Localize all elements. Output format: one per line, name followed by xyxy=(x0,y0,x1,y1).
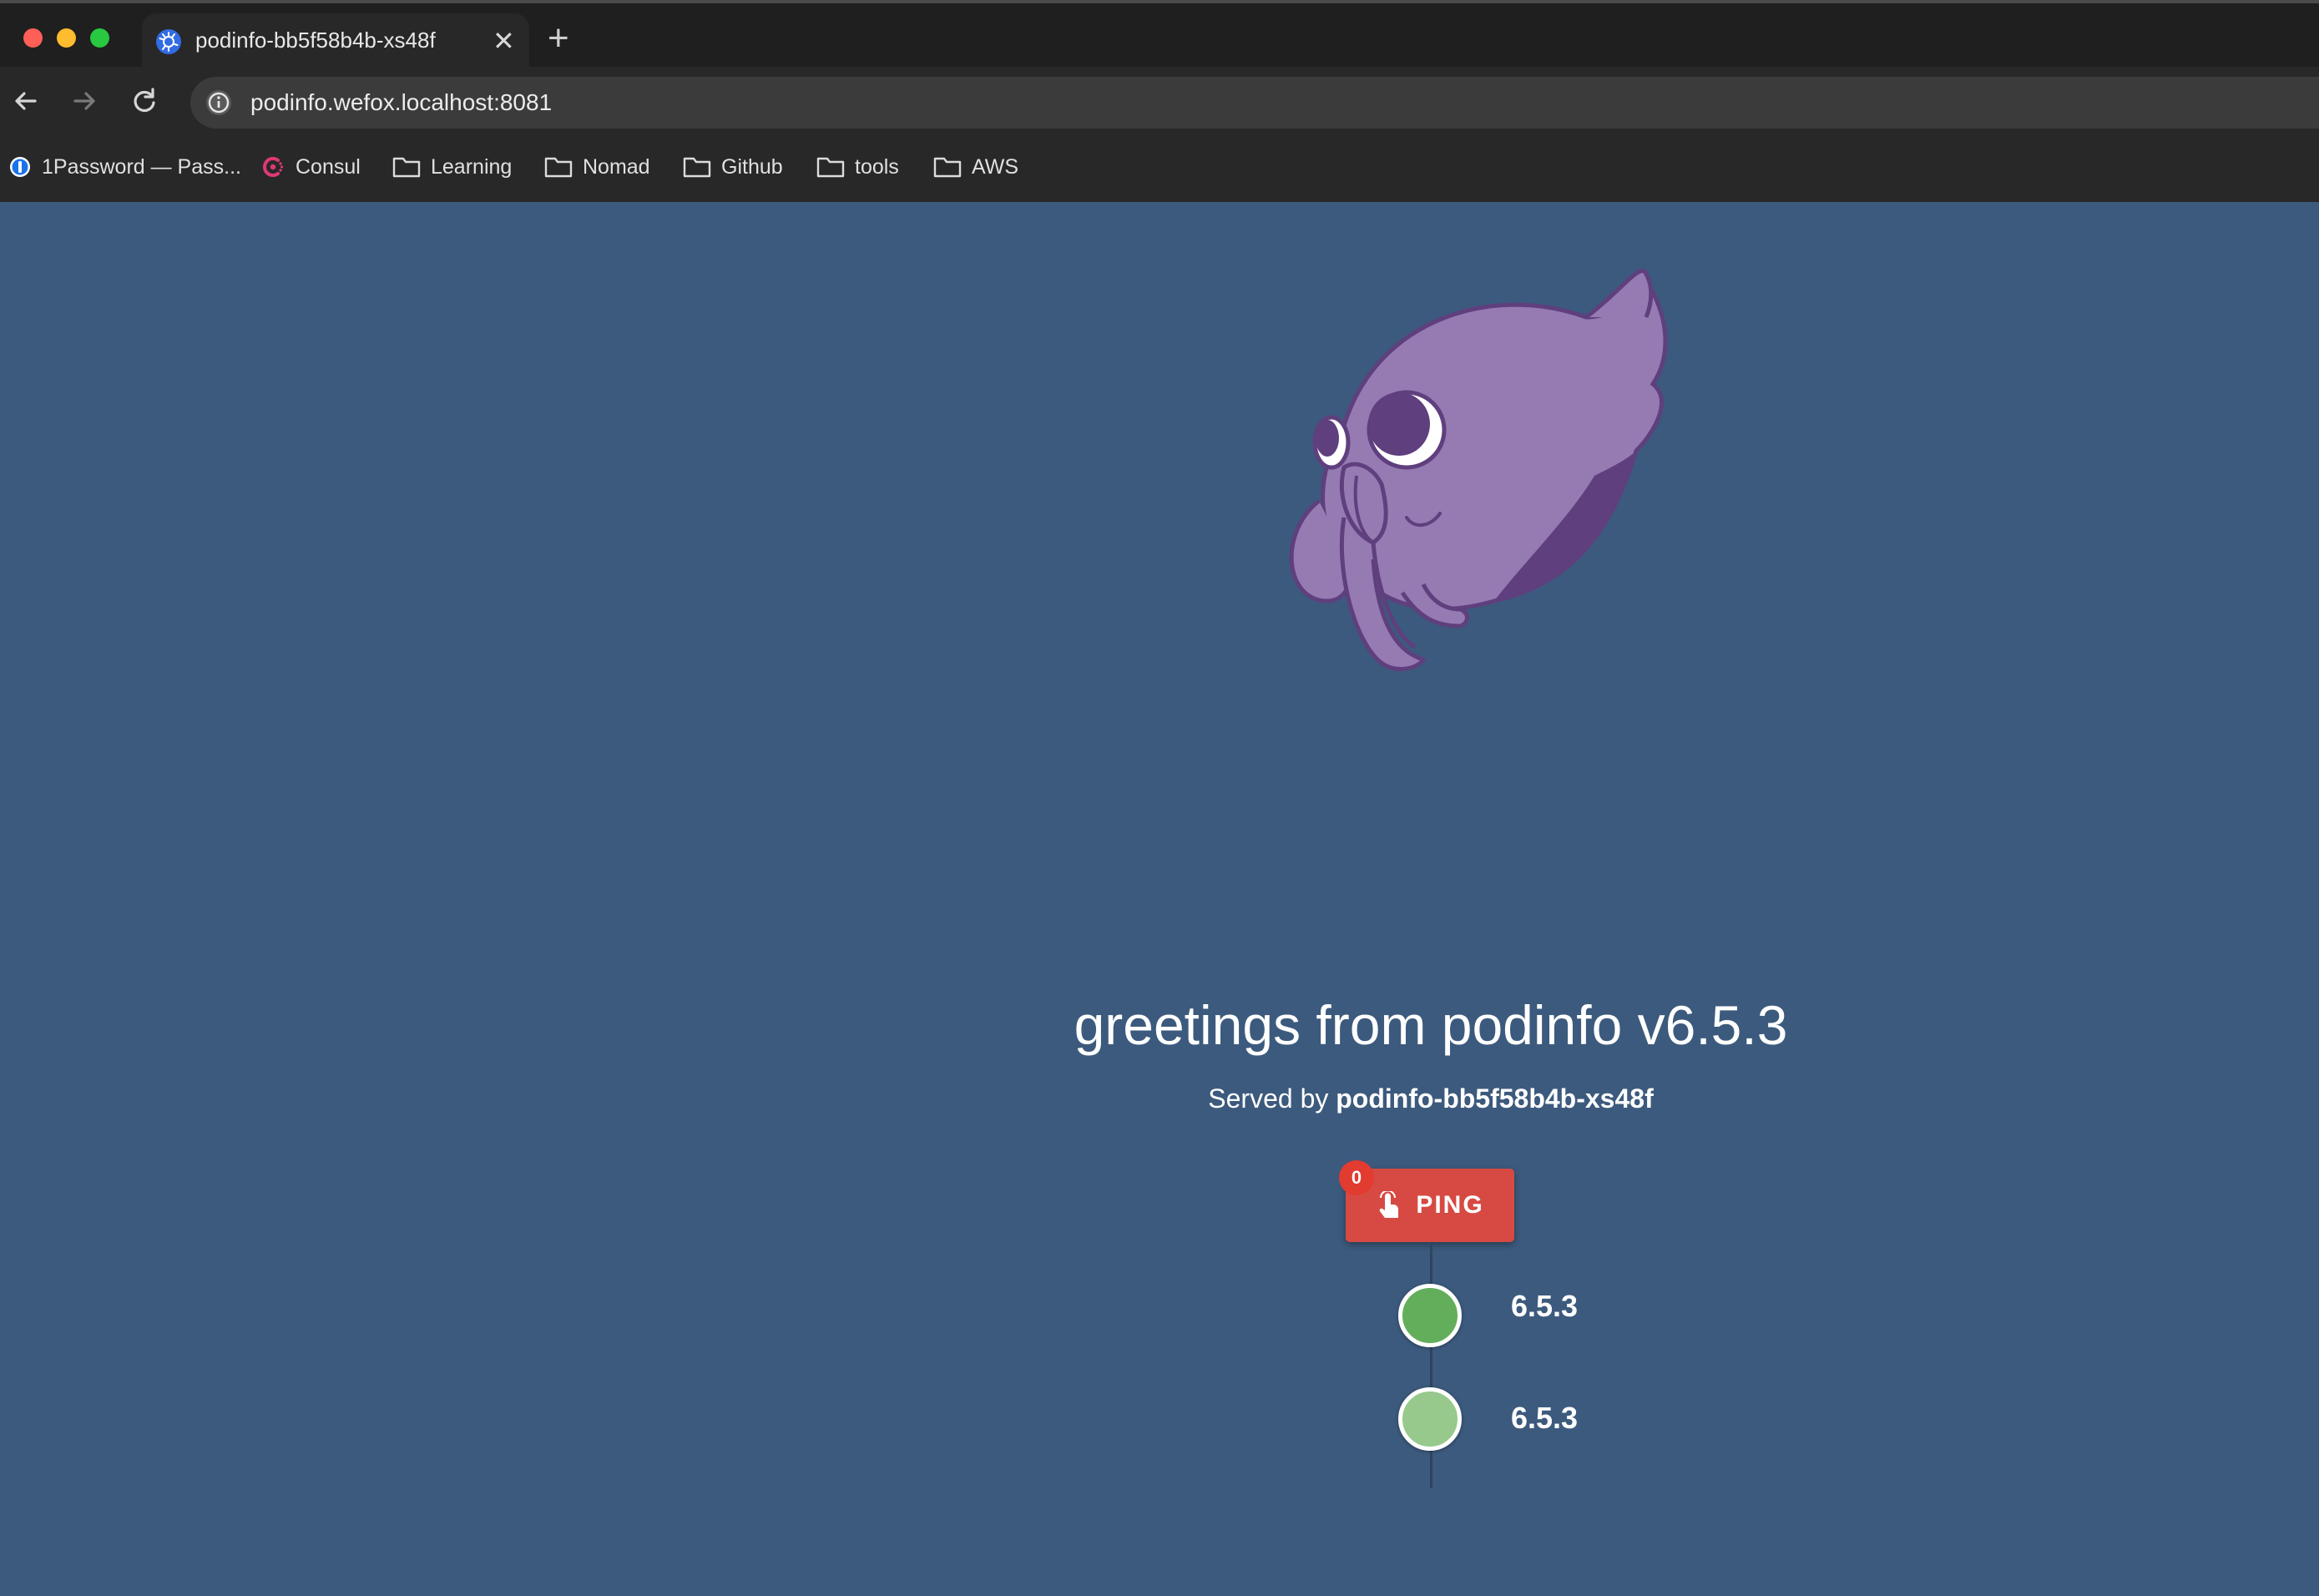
bookmark-folder-github[interactable]: Github xyxy=(683,150,783,184)
folder-icon xyxy=(933,157,962,178)
ping-button[interactable]: 0 PING xyxy=(1339,1160,1514,1242)
response-version: 6.5.3 xyxy=(1511,1289,1579,1323)
tab-close-icon[interactable]: ✕ xyxy=(493,22,515,60)
folder-icon xyxy=(544,157,573,178)
served-by-pod-name: podinfo-bb5f58b4b-xs48f xyxy=(1336,1083,1654,1114)
served-by-label: Served by xyxy=(1208,1083,1329,1114)
bookmark-label: Nomad xyxy=(583,154,650,179)
bookmark-folder-learning[interactable]: Learning xyxy=(392,150,512,184)
url-text: podinfo.wefox.localhost:8081 xyxy=(250,89,553,115)
bookmark-label: Consul xyxy=(296,154,361,179)
bookmark-consul[interactable]: Consul xyxy=(260,150,361,184)
close-window-button[interactable] xyxy=(23,28,43,48)
bookmarks-bar: 1Password — Pass... Consul Learning Noma… xyxy=(0,139,2319,197)
bookmark-folder-nomad[interactable]: Nomad xyxy=(544,150,650,184)
site-info-icon[interactable] xyxy=(204,88,234,118)
bookmark-1password[interactable]: 1Password — Pass... xyxy=(8,150,241,184)
folder-icon xyxy=(816,157,845,178)
tab-strip: podinfo-bb5f58b4b-xs48f ✕ + xyxy=(0,3,2319,70)
greeting-title: greetings from podinfo v6.5.3 xyxy=(1074,994,1788,1056)
bookmark-label: Learning xyxy=(431,154,513,179)
served-by-line: Served by podinfo-bb5f58b4b-xs48f xyxy=(0,1083,2319,1114)
navigation-toolbar: podinfo.wefox.localhost:8081 xyxy=(0,67,2319,137)
response-version: 6.5.3 xyxy=(1511,1401,1579,1435)
bookmark-label: Github xyxy=(721,154,783,179)
back-arrow-icon[interactable] xyxy=(7,82,45,120)
bookmark-label: 1Password — Pass... xyxy=(42,154,241,179)
minimize-window-button[interactable] xyxy=(57,28,76,48)
bookmark-folder-aws[interactable]: AWS xyxy=(933,150,1018,184)
zoom-window-button[interactable] xyxy=(90,28,109,48)
touch-icon xyxy=(1380,1191,1399,1218)
browser-chrome: podinfo-bb5f58b4b-xs48f ✕ + podinfo.wefo… xyxy=(0,0,2319,202)
bookmark-folder-tools[interactable]: tools xyxy=(816,150,899,184)
1password-icon xyxy=(10,157,30,177)
reload-icon[interactable] xyxy=(125,82,164,120)
folder-icon xyxy=(683,157,711,178)
tab-podinfo[interactable]: podinfo-bb5f58b4b-xs48f ✕ xyxy=(142,13,529,70)
consul-icon xyxy=(263,157,284,177)
folder-icon xyxy=(392,157,421,178)
forward-arrow-icon[interactable] xyxy=(65,82,104,120)
kubernetes-icon xyxy=(156,29,181,54)
bookmark-label: tools xyxy=(855,154,899,179)
ping-count-badge: 0 xyxy=(1339,1160,1374,1195)
page-content xyxy=(0,202,2319,1596)
podinfo-cuttlefish-mascot xyxy=(1289,269,1668,672)
new-tab-icon[interactable]: + xyxy=(548,20,569,57)
tab-title: podinfo-bb5f58b4b-xs48f xyxy=(195,28,436,53)
response-status-dot xyxy=(1398,1284,1462,1347)
bookmark-label: AWS xyxy=(972,154,1019,179)
response-status-dot xyxy=(1398,1387,1462,1451)
address-bar[interactable]: podinfo.wefox.localhost:8081 xyxy=(190,77,2319,129)
ping-label: PING xyxy=(1416,1191,1484,1219)
response-timeline-line xyxy=(1430,1242,1432,1488)
